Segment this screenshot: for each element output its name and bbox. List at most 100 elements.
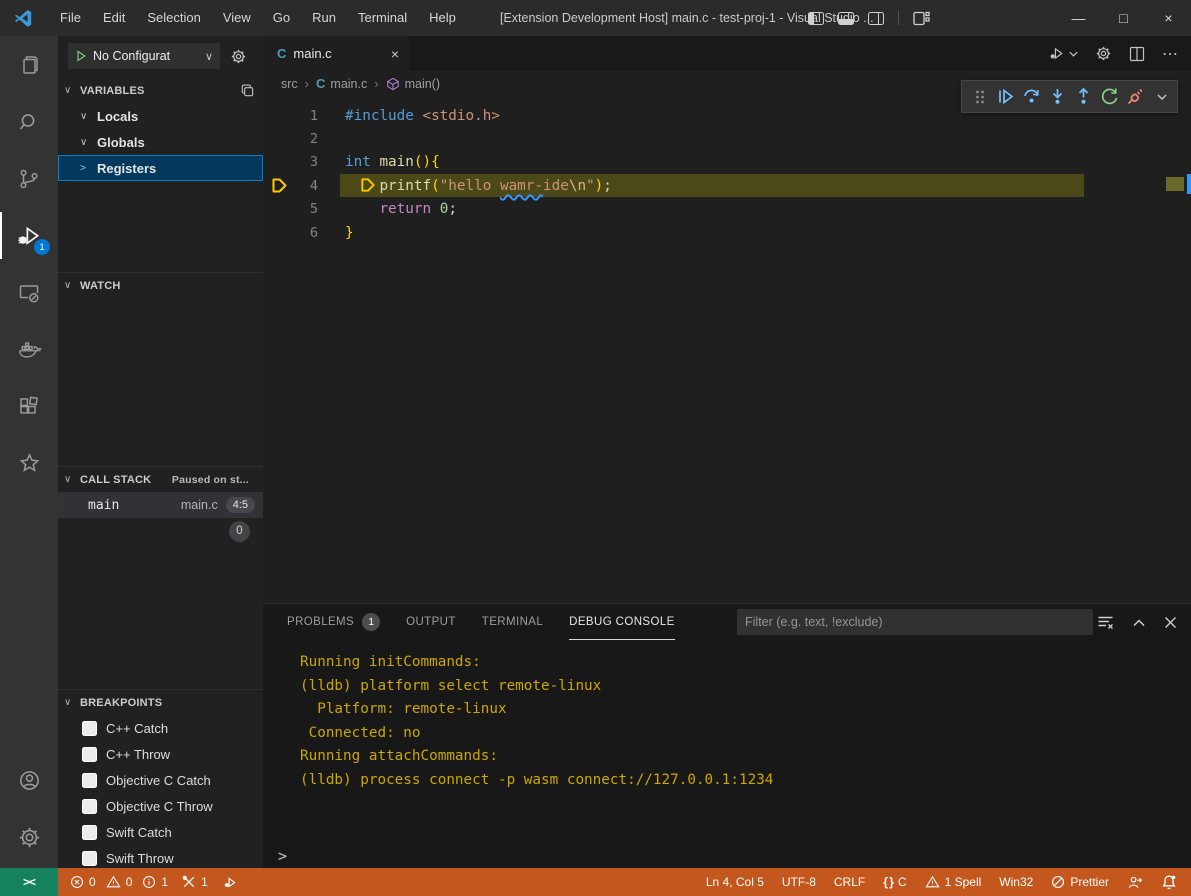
formatter-status[interactable]: Prettier — [1051, 875, 1109, 889]
spell-checker-status[interactable]: 1 Spell — [925, 875, 982, 889]
line-number[interactable]: 6 — [263, 225, 318, 241]
tab-problems[interactable]: PROBLEMS 1 — [287, 604, 380, 640]
toggle-secondary-sidebar-icon[interactable] — [868, 12, 884, 25]
variables-globals-row[interactable]: ∨ Globals — [58, 129, 263, 155]
warning-icon — [925, 875, 940, 889]
step-over-button[interactable] — [1022, 85, 1041, 109]
run-and-debug-icon[interactable]: 1 — [0, 207, 58, 264]
close-button[interactable]: × — [1146, 0, 1191, 36]
clear-console-icon[interactable] — [1097, 615, 1114, 630]
breadcrumb-file[interactable]: C main.c — [316, 76, 367, 91]
continue-button[interactable] — [996, 85, 1015, 109]
call-stack-header-label: CALL STACK — [80, 474, 151, 486]
accounts-icon[interactable] — [0, 752, 58, 809]
menu-file[interactable]: File — [49, 0, 92, 36]
problems-status[interactable]: 0 0 1 — [70, 875, 168, 889]
variables-section-header[interactable]: ∨ VARIABLES — [58, 78, 263, 103]
tab-debug-console[interactable]: DEBUG CONSOLE — [569, 604, 675, 640]
step-out-button[interactable] — [1074, 85, 1093, 109]
editor-settings-gear-icon[interactable] — [1095, 45, 1112, 62]
menu-run[interactable]: Run — [301, 0, 347, 36]
breakpoint-swift-throw[interactable]: Swift Throw — [58, 845, 263, 868]
debug-current-line-arrow-icon[interactable] — [271, 177, 288, 194]
launch-config-gear-icon[interactable] — [230, 48, 247, 65]
line-number[interactable]: 2 — [263, 131, 318, 147]
close-panel-icon[interactable] — [1164, 616, 1177, 629]
breakpoint-swift-catch[interactable]: Swift Catch — [58, 819, 263, 845]
more-actions-icon[interactable]: ⋯ — [1162, 44, 1179, 64]
line-number[interactable]: 3 — [263, 154, 318, 170]
customize-layout-icon[interactable] — [913, 11, 930, 26]
breakpoint-cpp-catch[interactable]: C++ Catch — [58, 715, 263, 741]
remote-indicator[interactable]: >< — [0, 868, 58, 896]
toggle-panel-icon[interactable] — [838, 12, 854, 25]
breakpoint-objc-throw[interactable]: Objective C Throw — [58, 793, 263, 819]
console-filter-input[interactable] — [737, 609, 1093, 635]
checkbox[interactable] — [82, 773, 97, 788]
disconnect-button[interactable] — [1126, 85, 1145, 109]
source-control-icon[interactable] — [0, 150, 58, 207]
toolbar-drag-grip[interactable] — [970, 85, 989, 109]
explorer-icon[interactable] — [0, 36, 58, 93]
platform-indicator[interactable]: Win32 — [999, 875, 1033, 889]
menu-help[interactable]: Help — [418, 0, 467, 36]
checkbox[interactable] — [82, 799, 97, 814]
breakpoint-cpp-throw[interactable]: C++ Throw — [58, 741, 263, 767]
line-number[interactable]: 1 — [263, 108, 318, 124]
menu-view[interactable]: View — [212, 0, 262, 36]
code-line: 5 return 0; — [263, 198, 1191, 221]
stack-frame-row[interactable]: main main.c 4:5 — [58, 492, 263, 518]
breadcrumb-folder[interactable]: src — [281, 77, 298, 91]
tab-terminal[interactable]: TERMINAL — [482, 604, 543, 640]
encoding-indicator[interactable]: UTF-8 — [782, 875, 816, 889]
line-number[interactable]: 5 — [263, 201, 318, 217]
call-stack-section-header[interactable]: ∨ CALL STACK Paused on st... — [58, 467, 263, 492]
breakpoints-section-header[interactable]: ∨ BREAKPOINTS — [58, 690, 263, 715]
remote-explorer-icon[interactable] — [0, 264, 58, 321]
step-into-button[interactable] — [1048, 85, 1067, 109]
menu-selection[interactable]: Selection — [136, 0, 211, 36]
console-input-prompt[interactable]: > — [278, 847, 287, 865]
eol-indicator[interactable]: CRLF — [834, 875, 865, 889]
split-editor-icon[interactable] — [1129, 46, 1145, 62]
chevron-down-icon[interactable] — [1152, 85, 1171, 109]
language-mode[interactable]: { } C — [883, 875, 906, 889]
feedback-person-icon[interactable] — [1127, 875, 1143, 890]
maximize-button[interactable]: □ — [1101, 0, 1146, 36]
run-or-debug-button[interactable] — [1047, 45, 1078, 62]
maximize-panel-icon[interactable] — [1133, 618, 1145, 627]
code-editor[interactable]: 1 #include <stdio.h> 2 3 int main(){ 4 p… — [263, 96, 1191, 244]
breakpoint-label: Objective C Throw — [106, 799, 213, 814]
checkbox[interactable] — [82, 721, 97, 736]
checkbox[interactable] — [82, 825, 97, 840]
star-icon[interactable] — [0, 435, 58, 492]
tools-status[interactable]: 1 — [182, 875, 208, 889]
menu-terminal[interactable]: Terminal — [347, 0, 418, 36]
tab-output[interactable]: OUTPUT — [406, 604, 456, 640]
docker-icon[interactable] — [0, 321, 58, 378]
token-indent — [345, 201, 379, 217]
notifications-bell-icon[interactable] — [1161, 874, 1177, 890]
menu-go[interactable]: Go — [262, 0, 301, 36]
settings-gear-icon[interactable] — [0, 809, 58, 866]
debug-status[interactable] — [222, 875, 238, 890]
minimize-button[interactable]: — — [1056, 0, 1101, 36]
restart-button[interactable] — [1100, 85, 1119, 109]
toggle-sidebar-icon[interactable] — [808, 12, 824, 25]
checkbox[interactable] — [82, 747, 97, 762]
extensions-icon[interactable] — [0, 378, 58, 435]
copy-icon[interactable] — [240, 83, 255, 98]
variables-locals-row[interactable]: ∨ Locals — [58, 103, 263, 129]
watch-section-header[interactable]: ∨ WATCH — [58, 273, 263, 298]
checkbox[interactable] — [82, 851, 97, 866]
menu-edit[interactable]: Edit — [92, 0, 136, 36]
search-icon[interactable] — [0, 93, 58, 150]
cursor-position[interactable]: Ln 4, Col 5 — [706, 875, 764, 889]
breakpoint-objc-catch[interactable]: Objective C Catch — [58, 767, 263, 793]
tab-close-icon[interactable]: × — [391, 46, 399, 62]
debug-config-dropdown[interactable]: No Configurat ∨ — [68, 43, 220, 69]
variables-registers-row[interactable]: > Registers — [58, 155, 263, 181]
tab-main-c[interactable]: C main.c × — [263, 36, 409, 71]
breadcrumb-symbol[interactable]: main() — [386, 77, 440, 91]
breakpoints-header-label: BREAKPOINTS — [80, 697, 162, 709]
